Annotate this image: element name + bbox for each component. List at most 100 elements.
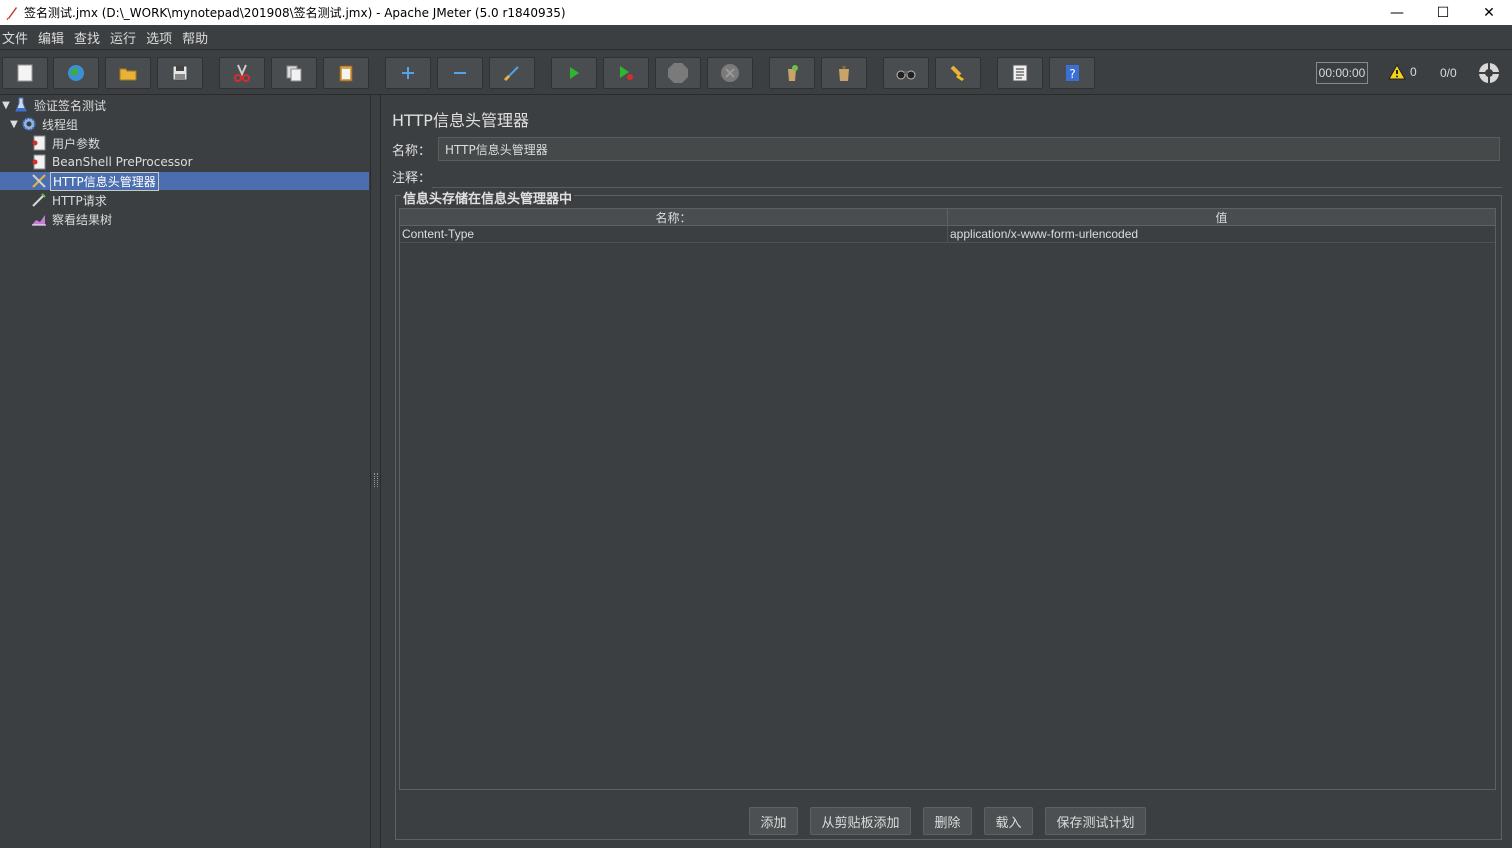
menu-file[interactable]: 文件: [0, 28, 33, 47]
preprocessor-icon: [30, 154, 48, 170]
templates-icon: [68, 65, 84, 81]
menu-search[interactable]: 查找: [72, 28, 105, 47]
expand-arrow-icon[interactable]: ▼: [0, 100, 12, 111]
panel-title: HTTP信息头管理器: [392, 111, 529, 130]
templates-button[interactable]: [53, 57, 99, 89]
menu-bar: 文件 编辑 查找 运行 选项 帮助: [0, 25, 1512, 50]
name-field[interactable]: HTTP信息头管理器: [438, 137, 1500, 161]
http-header-manager-panel: HTTP信息头管理器 名称： HTTP信息头管理器 注释： 信息头存储在信息头管…: [382, 95, 1512, 848]
jmeter-feather-icon: [4, 5, 20, 21]
paste-button[interactable]: [323, 57, 369, 89]
tree-node-beanshell-preprocessor[interactable]: BeanShell PreProcessor: [30, 153, 195, 171]
tree-label: 察看结果树: [52, 212, 113, 227]
reset-search-icon: [950, 65, 964, 81]
delete-button[interactable]: 删除: [923, 807, 972, 835]
warning-icon: [1388, 64, 1406, 80]
help-button[interactable]: ?: [1049, 57, 1095, 89]
menu-help[interactable]: 帮助: [180, 28, 213, 47]
function-helper-button[interactable]: [997, 57, 1043, 89]
menu-run[interactable]: 运行: [108, 28, 141, 47]
new-button[interactable]: [2, 57, 48, 89]
table-header: 名称： 值: [400, 209, 1495, 226]
tree-node-user-parameters[interactable]: 用户参数: [30, 134, 102, 152]
svg-text:?: ?: [1069, 67, 1075, 81]
column-header-name[interactable]: 名称：: [400, 209, 948, 226]
minimize-button[interactable]: —: [1374, 0, 1420, 25]
tree-node-http-header-manager[interactable]: HTTP信息头管理器: [0, 171, 369, 191]
add-from-clipboard-button[interactable]: 从剪贴板添加: [810, 807, 911, 835]
menu-options[interactable]: 选项: [144, 28, 177, 47]
table-row[interactable]: Content-Type application/x-www-form-urle…: [400, 226, 1495, 243]
shutdown-icon: [721, 64, 739, 82]
tree-label: 线程组: [42, 117, 79, 132]
expand-all-button[interactable]: [385, 57, 431, 89]
menu-edit[interactable]: 编辑: [36, 28, 69, 47]
tree-node-http-request[interactable]: HTTP请求: [30, 191, 109, 209]
tree-label: BeanShell PreProcessor: [52, 155, 193, 169]
splitter-grip[interactable]: [374, 473, 378, 487]
start-no-pause-icon: [620, 66, 633, 80]
save-test-plan-button[interactable]: 保存测试计划: [1045, 807, 1146, 835]
tree-label: 验证签名测试: [34, 98, 107, 113]
toggle-button[interactable]: [489, 57, 535, 89]
clear-all-button[interactable]: [821, 57, 867, 89]
name-label: 名称：: [392, 143, 432, 159]
cell-header-name[interactable]: Content-Type: [400, 226, 948, 242]
copy-button[interactable]: [271, 57, 317, 89]
save-button[interactable]: [157, 57, 203, 89]
headers-group: 信息头存储在信息头管理器中 名称： 值 Content-Type applica…: [395, 188, 1502, 840]
stop-icon: [668, 63, 688, 83]
collapse-all-button[interactable]: [437, 57, 483, 89]
column-header-value[interactable]: 值: [948, 209, 1495, 226]
name-row: 名称： HTTP信息头管理器: [392, 137, 1502, 161]
cut-button[interactable]: [219, 57, 265, 89]
tree-node-test-plan[interactable]: ▼ 验证签名测试: [0, 96, 108, 114]
window-title: 签名测试.jmx (D:\_WORK\mynotepad\201908\签名测试…: [24, 6, 566, 20]
comment-row: 注释：: [392, 164, 1502, 188]
close-button[interactable]: ✕: [1466, 0, 1512, 25]
elapsed-timer: 00:00:00: [1316, 62, 1368, 84]
preprocessor-icon: [30, 135, 48, 151]
open-button[interactable]: [105, 57, 151, 89]
warning-indicator[interactable]: 0: [1388, 64, 1417, 80]
start-no-pause-button[interactable]: [603, 57, 649, 89]
comment-label: 注释：: [392, 170, 432, 186]
load-button[interactable]: 载入: [984, 807, 1033, 835]
comment-field[interactable]: [432, 164, 1502, 188]
cut-icon: [234, 64, 250, 82]
clear-all-icon: [839, 66, 849, 81]
search-button[interactable]: [883, 57, 929, 89]
cell-header-value[interactable]: application/x-www-form-urlencoded: [948, 226, 1495, 242]
clear-button[interactable]: [769, 57, 815, 89]
toolbar: ? 00:00:00 0 0/0: [0, 51, 1512, 95]
collapse-icon: [454, 72, 466, 74]
start-button[interactable]: [551, 57, 597, 89]
remote-globe-icon[interactable]: [1478, 62, 1500, 84]
reset-search-button[interactable]: [935, 57, 981, 89]
shutdown-button[interactable]: [707, 57, 753, 89]
thread-count: 0/0: [1440, 66, 1457, 80]
maximize-button[interactable]: ☐: [1420, 0, 1466, 25]
add-button[interactable]: 添加: [749, 807, 798, 835]
sampler-icon: [30, 192, 48, 208]
config-element-icon: [30, 173, 48, 189]
warning-count: 0: [1410, 65, 1417, 79]
save-icon: [172, 65, 188, 81]
help-icon: ?: [1066, 65, 1079, 81]
group-title: 信息头存储在信息头管理器中: [401, 188, 575, 207]
test-plan-icon: [12, 97, 30, 113]
expand-arrow-icon[interactable]: ▼: [8, 119, 20, 130]
tree-node-thread-group[interactable]: ▼ 线程组: [8, 115, 80, 133]
split-pane-divider[interactable]: [371, 95, 381, 848]
gear-icon: [20, 116, 38, 132]
paste-icon: [339, 65, 353, 82]
expand-icon: [402, 67, 414, 79]
search-icon: [896, 70, 916, 80]
stop-button[interactable]: [655, 57, 701, 89]
start-icon: [570, 67, 579, 79]
toggle-icon: [503, 66, 519, 82]
new-icon: [17, 64, 33, 82]
headers-table[interactable]: 名称： 值 Content-Type application/x-www-for…: [399, 208, 1496, 790]
tree-node-view-results-tree[interactable]: 察看结果树: [30, 210, 114, 228]
copy-icon: [286, 65, 302, 82]
